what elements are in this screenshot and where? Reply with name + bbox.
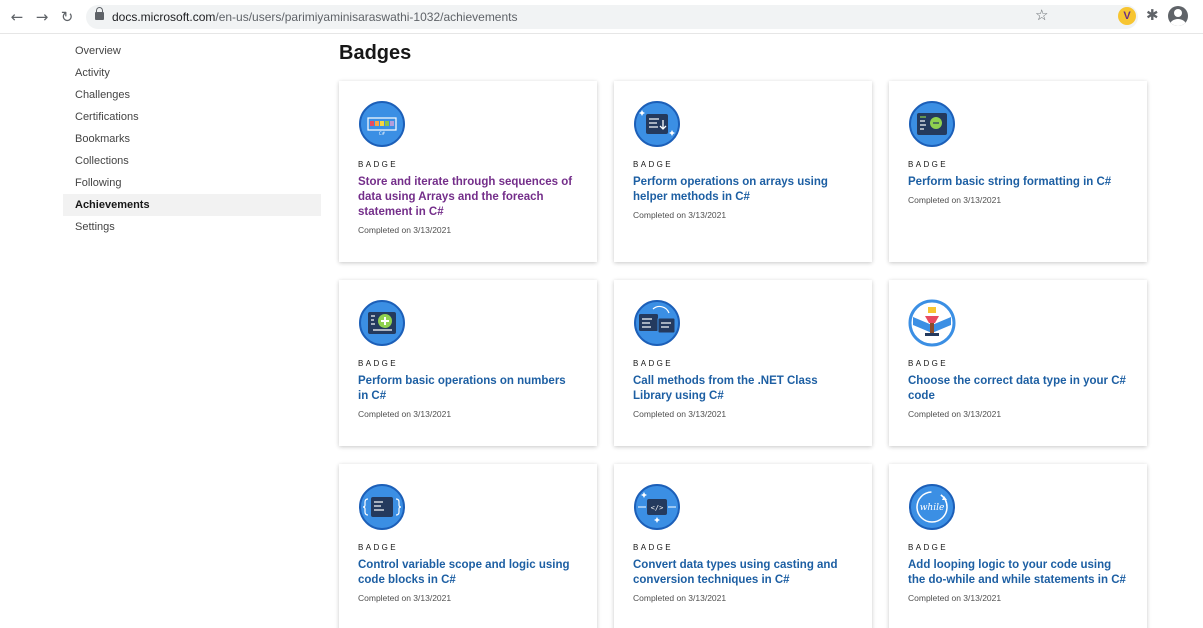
profile-sidebar: Overview Activity Challenges Certificati… xyxy=(63,40,321,238)
badge-title-link[interactable]: Control variable scope and logic using c… xyxy=(358,558,578,588)
url-host: docs.microsoft.com xyxy=(112,10,216,24)
badge-card[interactable]: BADGE Perform operations on arrays using… xyxy=(614,81,872,262)
sidebar-item-following[interactable]: Following xyxy=(63,172,321,194)
badge-card[interactable]: BADGE Choose the correct data type in yo… xyxy=(889,280,1147,446)
while-icon-text: while xyxy=(920,503,945,513)
sidebar-item-achievements[interactable]: Achievements xyxy=(63,194,321,216)
badge-card[interactable]: BADGE Perform basic string formatting in… xyxy=(889,81,1147,262)
badge-title-link[interactable]: Call methods from the .NET Class Library… xyxy=(633,374,853,404)
badge-type-label: BADGE xyxy=(358,543,399,552)
sidebar-item-certifications[interactable]: Certifications xyxy=(63,106,321,128)
sidebar-item-challenges[interactable]: Challenges xyxy=(63,84,321,106)
badge-completed-date: Completed on 3/13/2021 xyxy=(358,593,452,603)
badge-type-label: BADGE xyxy=(633,543,674,552)
svg-text:C#: C# xyxy=(379,131,386,136)
extensions-puzzle-icon[interactable]: ✱ xyxy=(1146,6,1159,24)
badge-type-label: BADGE xyxy=(358,160,399,169)
numbers-badge-icon xyxy=(359,300,405,346)
badge-title-link[interactable]: Choose the correct data type in your C# … xyxy=(908,374,1128,404)
sidebar-item-settings[interactable]: Settings xyxy=(63,216,321,238)
badges-grid: C# BADGE Store and iterate through seque… xyxy=(339,81,1149,628)
badge-type-label: BADGE xyxy=(358,359,399,368)
sidebar-item-bookmarks[interactable]: Bookmarks xyxy=(63,128,321,150)
badge-type-label: BADGE xyxy=(908,160,949,169)
badge-title-link[interactable]: Convert data types using casting and con… xyxy=(633,558,853,588)
while-loop-badge-icon: while xyxy=(909,484,955,530)
badge-title-link[interactable]: Perform basic string formatting in C# xyxy=(908,175,1128,190)
badge-card[interactable]: while BADGE Add looping logic to your co… xyxy=(889,464,1147,628)
extension-v-icon[interactable]: V xyxy=(1118,7,1136,25)
badge-completed-date: Completed on 3/13/2021 xyxy=(908,409,1002,419)
badge-card[interactable]: C# BADGE Store and iterate through seque… xyxy=(339,81,597,262)
url-path: /en-us/users/parimiyaminisaraswathi-1032… xyxy=(215,10,518,24)
browser-toolbar: ← → ↻ docs.microsoft.com/en-us/users/par… xyxy=(0,0,1203,34)
badge-card[interactable]: BADGE Call methods from the .NET Class L… xyxy=(614,280,872,446)
badge-card[interactable]: BADGE Control variable scope and logic u… xyxy=(339,464,597,628)
badge-title-link[interactable]: Store and iterate through sequences of d… xyxy=(358,175,578,220)
address-bar[interactable]: docs.microsoft.com/en-us/users/parimiyam… xyxy=(86,5,1138,29)
badge-completed-date: Completed on 3/13/2021 xyxy=(633,210,727,220)
badge-completed-date: Completed on 3/13/2021 xyxy=(633,593,727,603)
badge-completed-date: Completed on 3/13/2021 xyxy=(358,409,452,419)
sidebar-item-overview[interactable]: Overview xyxy=(63,40,321,62)
badge-completed-date: Completed on 3/13/2021 xyxy=(633,409,727,419)
bookmark-star-icon[interactable]: ☆ xyxy=(1035,6,1048,24)
badge-type-label: BADGE xyxy=(633,160,674,169)
badge-type-label: BADGE xyxy=(908,543,949,552)
badge-title-link[interactable]: Perform basic operations on numbers in C… xyxy=(358,374,578,404)
badge-card[interactable]: </> BADGE Convert data types using casti… xyxy=(614,464,872,628)
badge-type-label: BADGE xyxy=(908,359,949,368)
page-title: Badges xyxy=(339,42,412,64)
casting-badge-icon: </> xyxy=(634,484,680,530)
url-text[interactable]: docs.microsoft.com/en-us/users/parimiyam… xyxy=(112,10,518,24)
sidebar-item-activity[interactable]: Activity xyxy=(63,62,321,84)
badge-completed-date: Completed on 3/13/2021 xyxy=(908,195,1002,205)
string-format-badge-icon xyxy=(909,101,955,147)
badge-title-link[interactable]: Add looping logic to your code using the… xyxy=(908,558,1128,588)
sidebar-item-collections[interactable]: Collections xyxy=(63,150,321,172)
reload-icon[interactable]: ↻ xyxy=(58,8,76,26)
data-type-badge-icon xyxy=(908,299,956,347)
badge-completed-date: Completed on 3/13/2021 xyxy=(358,225,452,235)
arrays-badge-icon: C# xyxy=(359,101,405,147)
class-library-badge-icon xyxy=(634,300,680,346)
casting-icon-text: </> xyxy=(651,504,664,512)
badge-title-link[interactable]: Perform operations on arrays using helpe… xyxy=(633,175,853,205)
array-helpers-badge-icon xyxy=(634,101,680,147)
profile-avatar-icon[interactable] xyxy=(1168,6,1188,26)
back-arrow-icon[interactable]: ← xyxy=(8,8,26,26)
forward-arrow-icon[interactable]: → xyxy=(33,8,51,26)
badge-completed-date: Completed on 3/13/2021 xyxy=(908,593,1002,603)
lock-icon[interactable] xyxy=(95,7,104,20)
badge-type-label: BADGE xyxy=(633,359,674,368)
code-blocks-badge-icon xyxy=(359,484,405,530)
badge-card[interactable]: BADGE Perform basic operations on number… xyxy=(339,280,597,446)
